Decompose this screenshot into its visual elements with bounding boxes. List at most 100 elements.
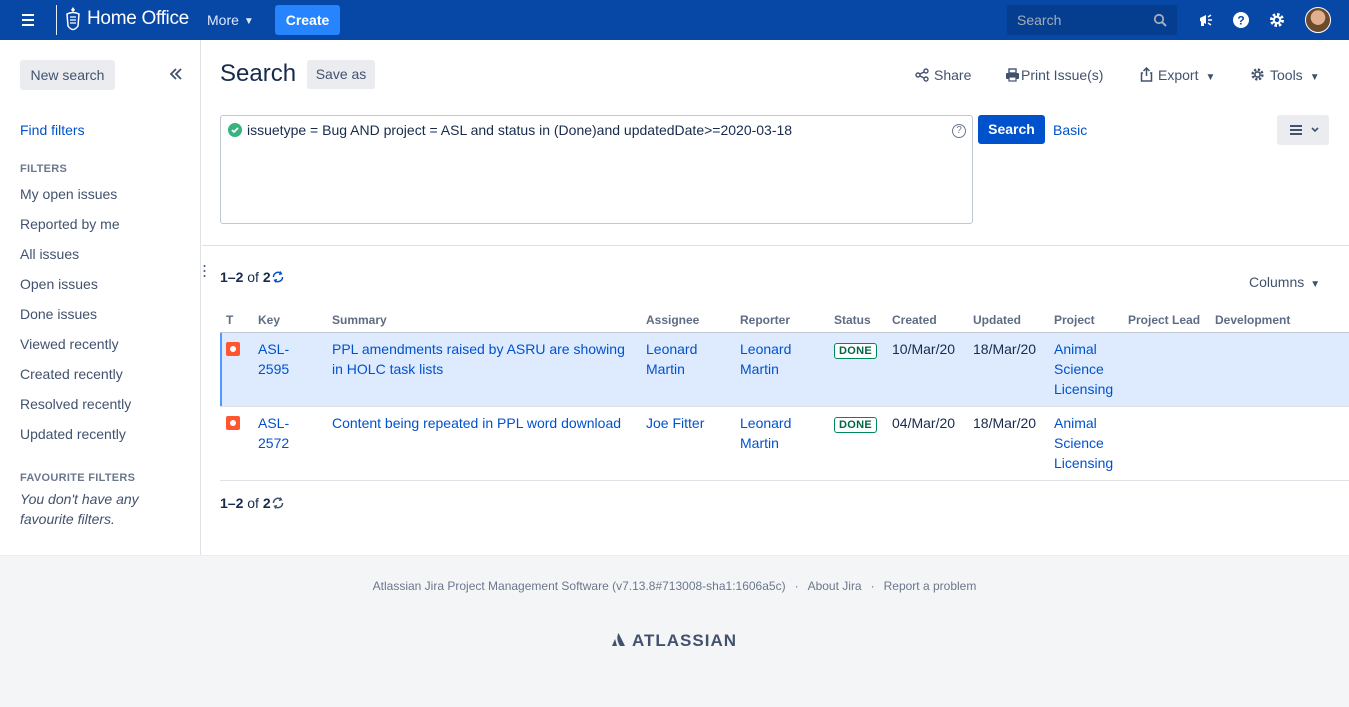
brand-name[interactable]: Home Office (87, 8, 189, 30)
column-header-development[interactable]: Development (1209, 308, 1349, 333)
menu-icon[interactable] (18, 11, 38, 29)
issue-summary-link[interactable]: Content being repeated in PPL word downl… (332, 415, 621, 431)
export-icon (1140, 67, 1153, 82)
more-label: More (207, 12, 239, 28)
count-total: 2 (262, 495, 271, 511)
filter-updated-recently[interactable]: Updated recently (20, 426, 126, 442)
assignee-link[interactable]: Joe Fitter (646, 415, 704, 431)
filter-reported-by-me[interactable]: Reported by me (20, 216, 120, 232)
drag-handle-icon[interactable] (203, 264, 206, 278)
bug-icon (226, 341, 240, 356)
column-header-key[interactable]: Key (252, 308, 326, 333)
about-jira-link[interactable]: About Jira (808, 579, 862, 593)
search-button[interactable]: Search (978, 115, 1045, 144)
top-navigation: Home Office More ▼ Create Search ? (0, 0, 1349, 40)
filter-done-issues[interactable]: Done issues (20, 306, 97, 322)
share-button[interactable]: Share (915, 67, 971, 83)
favourite-filters-empty: You don't have any favourite filters. (20, 491, 139, 527)
atlassian-logo-icon (612, 633, 625, 646)
updated-date: 18/Mar/20 (967, 406, 1048, 481)
assignee-link[interactable]: Leonard Martin (646, 341, 697, 377)
issue-type-cell (220, 332, 252, 407)
jql-query-input[interactable]: issuetype = Bug AND project = ASL and st… (220, 115, 973, 224)
filter-open-issues[interactable]: Open issues (20, 276, 98, 292)
count-total: 2 (262, 269, 271, 285)
development-cell (1209, 332, 1349, 407)
refresh-icon[interactable] (271, 270, 285, 284)
favourite-filters-heading: FAVOURITE FILTERS (20, 472, 136, 484)
project-lead-cell (1122, 332, 1209, 407)
software-version-link[interactable]: Atlassian Jira Project Management Softwa… (373, 579, 786, 593)
project-link[interactable]: Animal Science Licensing (1054, 415, 1113, 471)
column-header-status[interactable]: Status (828, 308, 886, 333)
basic-mode-link[interactable]: Basic (1053, 122, 1087, 138)
tools-menu[interactable]: Tools ▼ (1250, 67, 1320, 83)
table-header-row: T Key Summary Assignee Reporter Status C… (220, 308, 1349, 333)
column-header-project[interactable]: Project (1048, 308, 1122, 333)
filter-created-recently[interactable]: Created recently (20, 366, 123, 382)
filter-viewed-recently[interactable]: Viewed recently (20, 336, 119, 352)
save-as-button[interactable]: Save as (307, 60, 375, 89)
user-avatar[interactable] (1305, 7, 1331, 33)
refresh-icon[interactable] (271, 496, 285, 510)
print-issues-button[interactable]: Print Issue(s) (1005, 67, 1103, 83)
filter-all-issues[interactable]: All issues (20, 246, 79, 262)
search-main: Search Save as Share Print Issue(s) Expo… (202, 40, 1349, 555)
column-header-created[interactable]: Created (886, 308, 967, 333)
export-menu[interactable]: Export ▼ (1140, 67, 1215, 83)
filter-my-open-issues[interactable]: My open issues (20, 186, 117, 202)
export-label: Export (1158, 67, 1199, 83)
reporter-link[interactable]: Leonard Martin (740, 415, 791, 451)
collapse-sidebar-icon[interactable] (168, 66, 184, 82)
global-search-input[interactable]: Search (1007, 5, 1177, 35)
filter-resolved-recently[interactable]: Resolved recently (20, 396, 131, 412)
column-header-updated[interactable]: Updated (967, 308, 1048, 333)
development-cell (1209, 406, 1349, 481)
crest-icon (66, 7, 80, 31)
bug-icon (226, 415, 240, 430)
share-icon (915, 68, 929, 82)
tools-label: Tools (1270, 67, 1303, 83)
printer-icon (1006, 68, 1019, 82)
logo-divider (56, 5, 57, 35)
megaphone-icon[interactable] (1197, 11, 1215, 29)
reporter-link[interactable]: Leonard Martin (740, 341, 791, 377)
create-button[interactable]: Create (275, 5, 340, 35)
filters-heading: FILTERS (20, 163, 68, 175)
project-link[interactable]: Animal Science Licensing (1054, 341, 1113, 397)
columns-button[interactable]: Columns ▼ (1249, 274, 1320, 290)
column-header-project-lead[interactable]: Project Lead (1122, 308, 1209, 333)
results-count: 1–2 of 2 (220, 269, 285, 285)
print-label: Print Issue(s) (1021, 67, 1104, 83)
issue-key-link[interactable]: ASL-2595 (258, 341, 289, 377)
search-icon (1153, 13, 1167, 27)
count-range: 1–2 (220, 269, 244, 285)
table-row[interactable]: ASL-2572 Content being repeated in PPL w… (220, 406, 1349, 481)
column-header-summary[interactable]: Summary (326, 308, 640, 333)
column-header-reporter[interactable]: Reporter (734, 308, 828, 333)
table-row[interactable]: ASL-2595 PPL amendments raised by ASRU a… (220, 332, 1349, 407)
new-search-button[interactable]: New search (20, 60, 115, 90)
issue-summary-link[interactable]: PPL amendments raised by ASRU are showin… (332, 341, 625, 377)
syntax-help-icon[interactable]: ? (952, 124, 966, 138)
count-range: 1–2 (220, 495, 244, 511)
report-problem-link[interactable]: Report a problem (884, 579, 977, 593)
help-icon[interactable]: ? (1232, 11, 1250, 29)
created-date: 10/Mar/20 (886, 332, 967, 407)
column-header-type[interactable]: T (220, 308, 252, 333)
footer-separator: · (794, 579, 799, 593)
find-filters-link[interactable]: Find filters (20, 122, 85, 138)
more-menu[interactable]: More ▼ (207, 12, 254, 28)
issue-key-link[interactable]: ASL-2572 (258, 415, 289, 451)
chevron-down-icon (1311, 127, 1319, 133)
project-lead-cell (1122, 406, 1209, 481)
layout-switcher-button[interactable] (1277, 115, 1329, 145)
gear-icon (1251, 68, 1264, 81)
column-header-assignee[interactable]: Assignee (640, 308, 734, 333)
issues-table: T Key Summary Assignee Reporter Status C… (220, 308, 1349, 481)
count-of: of (247, 495, 259, 511)
gear-icon[interactable] (1268, 11, 1286, 29)
atlassian-logo-text: ATLASSIAN (632, 631, 738, 650)
chevron-down-icon: ▼ (1309, 72, 1320, 83)
atlassian-logo[interactable]: ATLASSIAN (611, 631, 737, 651)
